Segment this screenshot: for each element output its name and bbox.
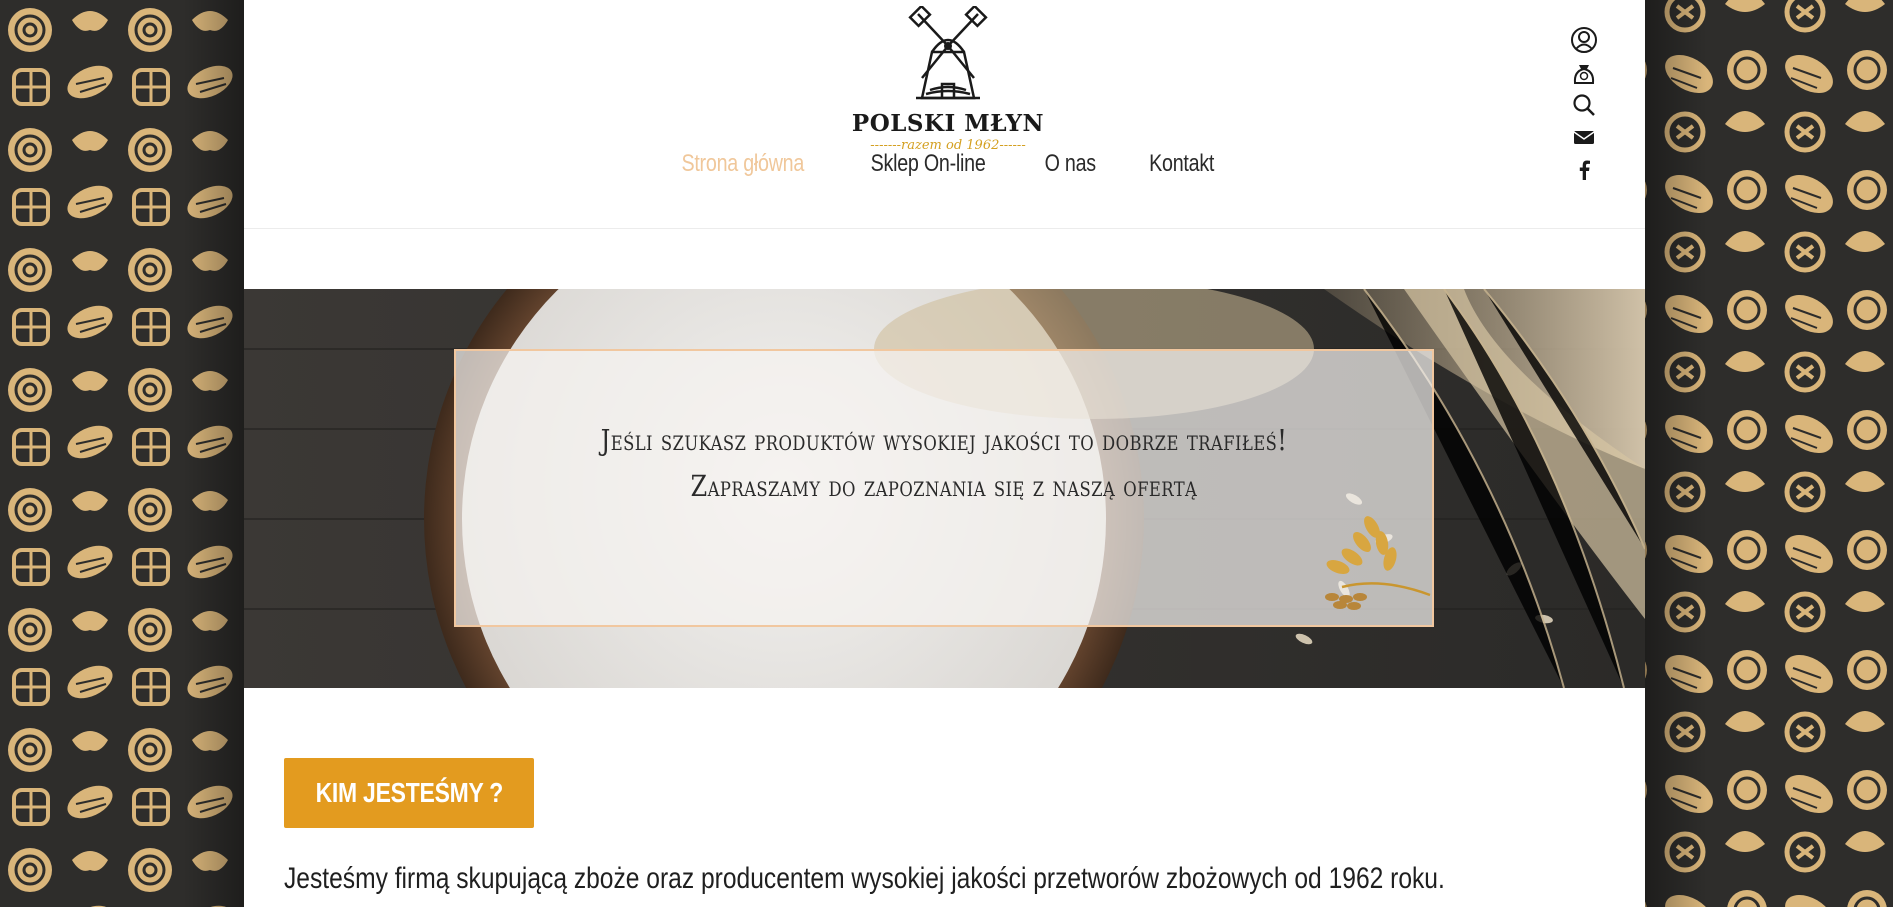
nav-item-shop[interactable]: Sklep On-line [871, 150, 986, 178]
main-nav: Strona główna Sklep On-line O nas Kontak… [244, 150, 1645, 190]
mail-icon[interactable] [1569, 125, 1599, 155]
search-icon[interactable] [1569, 92, 1599, 122]
nav-item-about[interactable]: O nas [1044, 150, 1096, 178]
logo[interactable]: POLSKI MŁYN -------razem od 1962------ [838, 4, 1058, 154]
about-intro-text: Jesteśmy firmą skupującą zboże oraz prod… [284, 862, 1445, 895]
hero-text: Jeśli szukasz produktów wysokiej jakości… [600, 423, 1288, 503]
who-we-are-button[interactable]: KIM JESTEŚMY ? [284, 758, 534, 828]
background-pattern-right [1645, 0, 1893, 907]
windmill-logo-icon [908, 4, 988, 100]
hero-banner: Jeśli szukasz produktów wysokiej jakości… [244, 289, 1645, 688]
site-header: POLSKI MŁYN -------razem od 1962------ S… [244, 0, 1645, 229]
background-pattern-left [0, 0, 244, 907]
facebook-icon[interactable] [1569, 158, 1599, 188]
hero-message-box: Jeśli szukasz produktów wysokiej jakości… [454, 349, 1434, 627]
header-icons [1564, 26, 1604, 191]
who-we-are-label: KIM JESTEŚMY ? [315, 777, 503, 808]
main-page: POLSKI MŁYN -------razem od 1962------ S… [244, 0, 1645, 907]
nav-item-home[interactable]: Strona główna [681, 150, 804, 178]
user-icon[interactable] [1569, 26, 1599, 56]
wheat-icon [1325, 516, 1431, 610]
cart-bag-icon[interactable] [1569, 59, 1599, 89]
nav-item-contact[interactable]: Kontakt [1149, 150, 1214, 178]
brand-name: POLSKI MŁYN [851, 110, 1045, 137]
